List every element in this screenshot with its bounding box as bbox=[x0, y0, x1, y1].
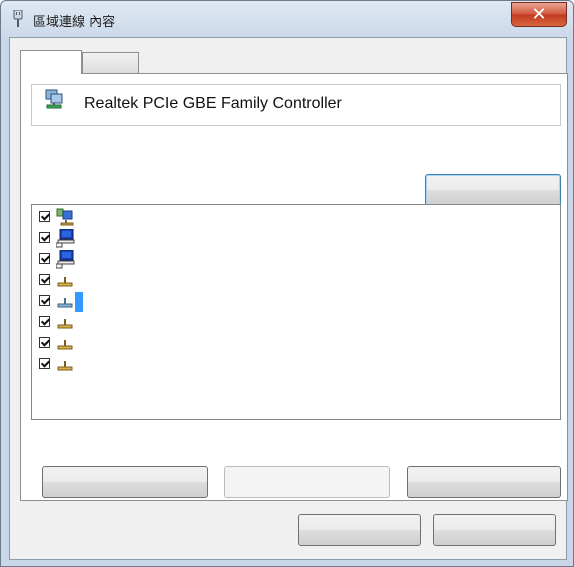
properties-button[interactable] bbox=[407, 466, 561, 498]
configure-button[interactable] bbox=[425, 174, 561, 206]
computer-service-icon bbox=[56, 250, 75, 269]
list-item[interactable] bbox=[32, 333, 560, 354]
list-item[interactable] bbox=[32, 249, 560, 270]
list-item[interactable] bbox=[32, 228, 560, 249]
list-item-selected[interactable] bbox=[32, 291, 560, 312]
properties-window: 區域連線 內容 ✕ Realtek PCIe GBE Family Contro… bbox=[0, 0, 574, 567]
list-item[interactable] bbox=[32, 312, 560, 333]
protocol-icon bbox=[57, 340, 73, 350]
list-item[interactable] bbox=[32, 270, 560, 291]
protocol-icon bbox=[57, 298, 73, 308]
adapter-name: Realtek PCIe GBE Family Controller bbox=[84, 95, 342, 112]
network-cable-icon bbox=[13, 10, 23, 27]
protocol-icon bbox=[57, 277, 73, 287]
tab-networking[interactable] bbox=[20, 50, 82, 74]
item-checkbox[interactable] bbox=[39, 232, 50, 243]
window-title: 區域連線 內容 bbox=[33, 15, 116, 30]
item-checkbox[interactable] bbox=[39, 295, 50, 306]
protocol-icon bbox=[57, 319, 73, 329]
adapter-info-box: Realtek PCIe GBE Family Controller bbox=[31, 84, 561, 126]
protocol-icon bbox=[57, 361, 73, 371]
item-checkbox[interactable] bbox=[39, 337, 50, 348]
item-checkbox[interactable] bbox=[39, 274, 50, 285]
list-item[interactable] bbox=[32, 207, 560, 228]
items-list[interactable] bbox=[31, 204, 561, 420]
computer-service-icon bbox=[56, 229, 75, 248]
ok-button[interactable] bbox=[298, 514, 421, 546]
item-checkbox[interactable] bbox=[39, 358, 50, 369]
network-client-icon bbox=[56, 208, 74, 226]
close-icon: ✕ bbox=[531, 4, 547, 25]
close-button[interactable]: ✕ bbox=[511, 2, 567, 27]
uninstall-button[interactable] bbox=[224, 466, 390, 498]
install-button[interactable] bbox=[42, 466, 208, 498]
cancel-button[interactable] bbox=[433, 514, 556, 546]
item-checkbox[interactable] bbox=[39, 253, 50, 264]
list-item[interactable] bbox=[32, 354, 560, 375]
tab-sharing[interactable] bbox=[82, 52, 139, 74]
dialog-client-area: Realtek PCIe GBE Family Controller bbox=[9, 37, 568, 560]
item-checkbox[interactable] bbox=[39, 211, 50, 222]
title-bar[interactable]: 區域連線 內容 ✕ bbox=[1, 1, 573, 35]
network-adapter-icon bbox=[45, 89, 63, 109]
selection-highlight bbox=[75, 292, 83, 312]
item-checkbox[interactable] bbox=[39, 316, 50, 327]
